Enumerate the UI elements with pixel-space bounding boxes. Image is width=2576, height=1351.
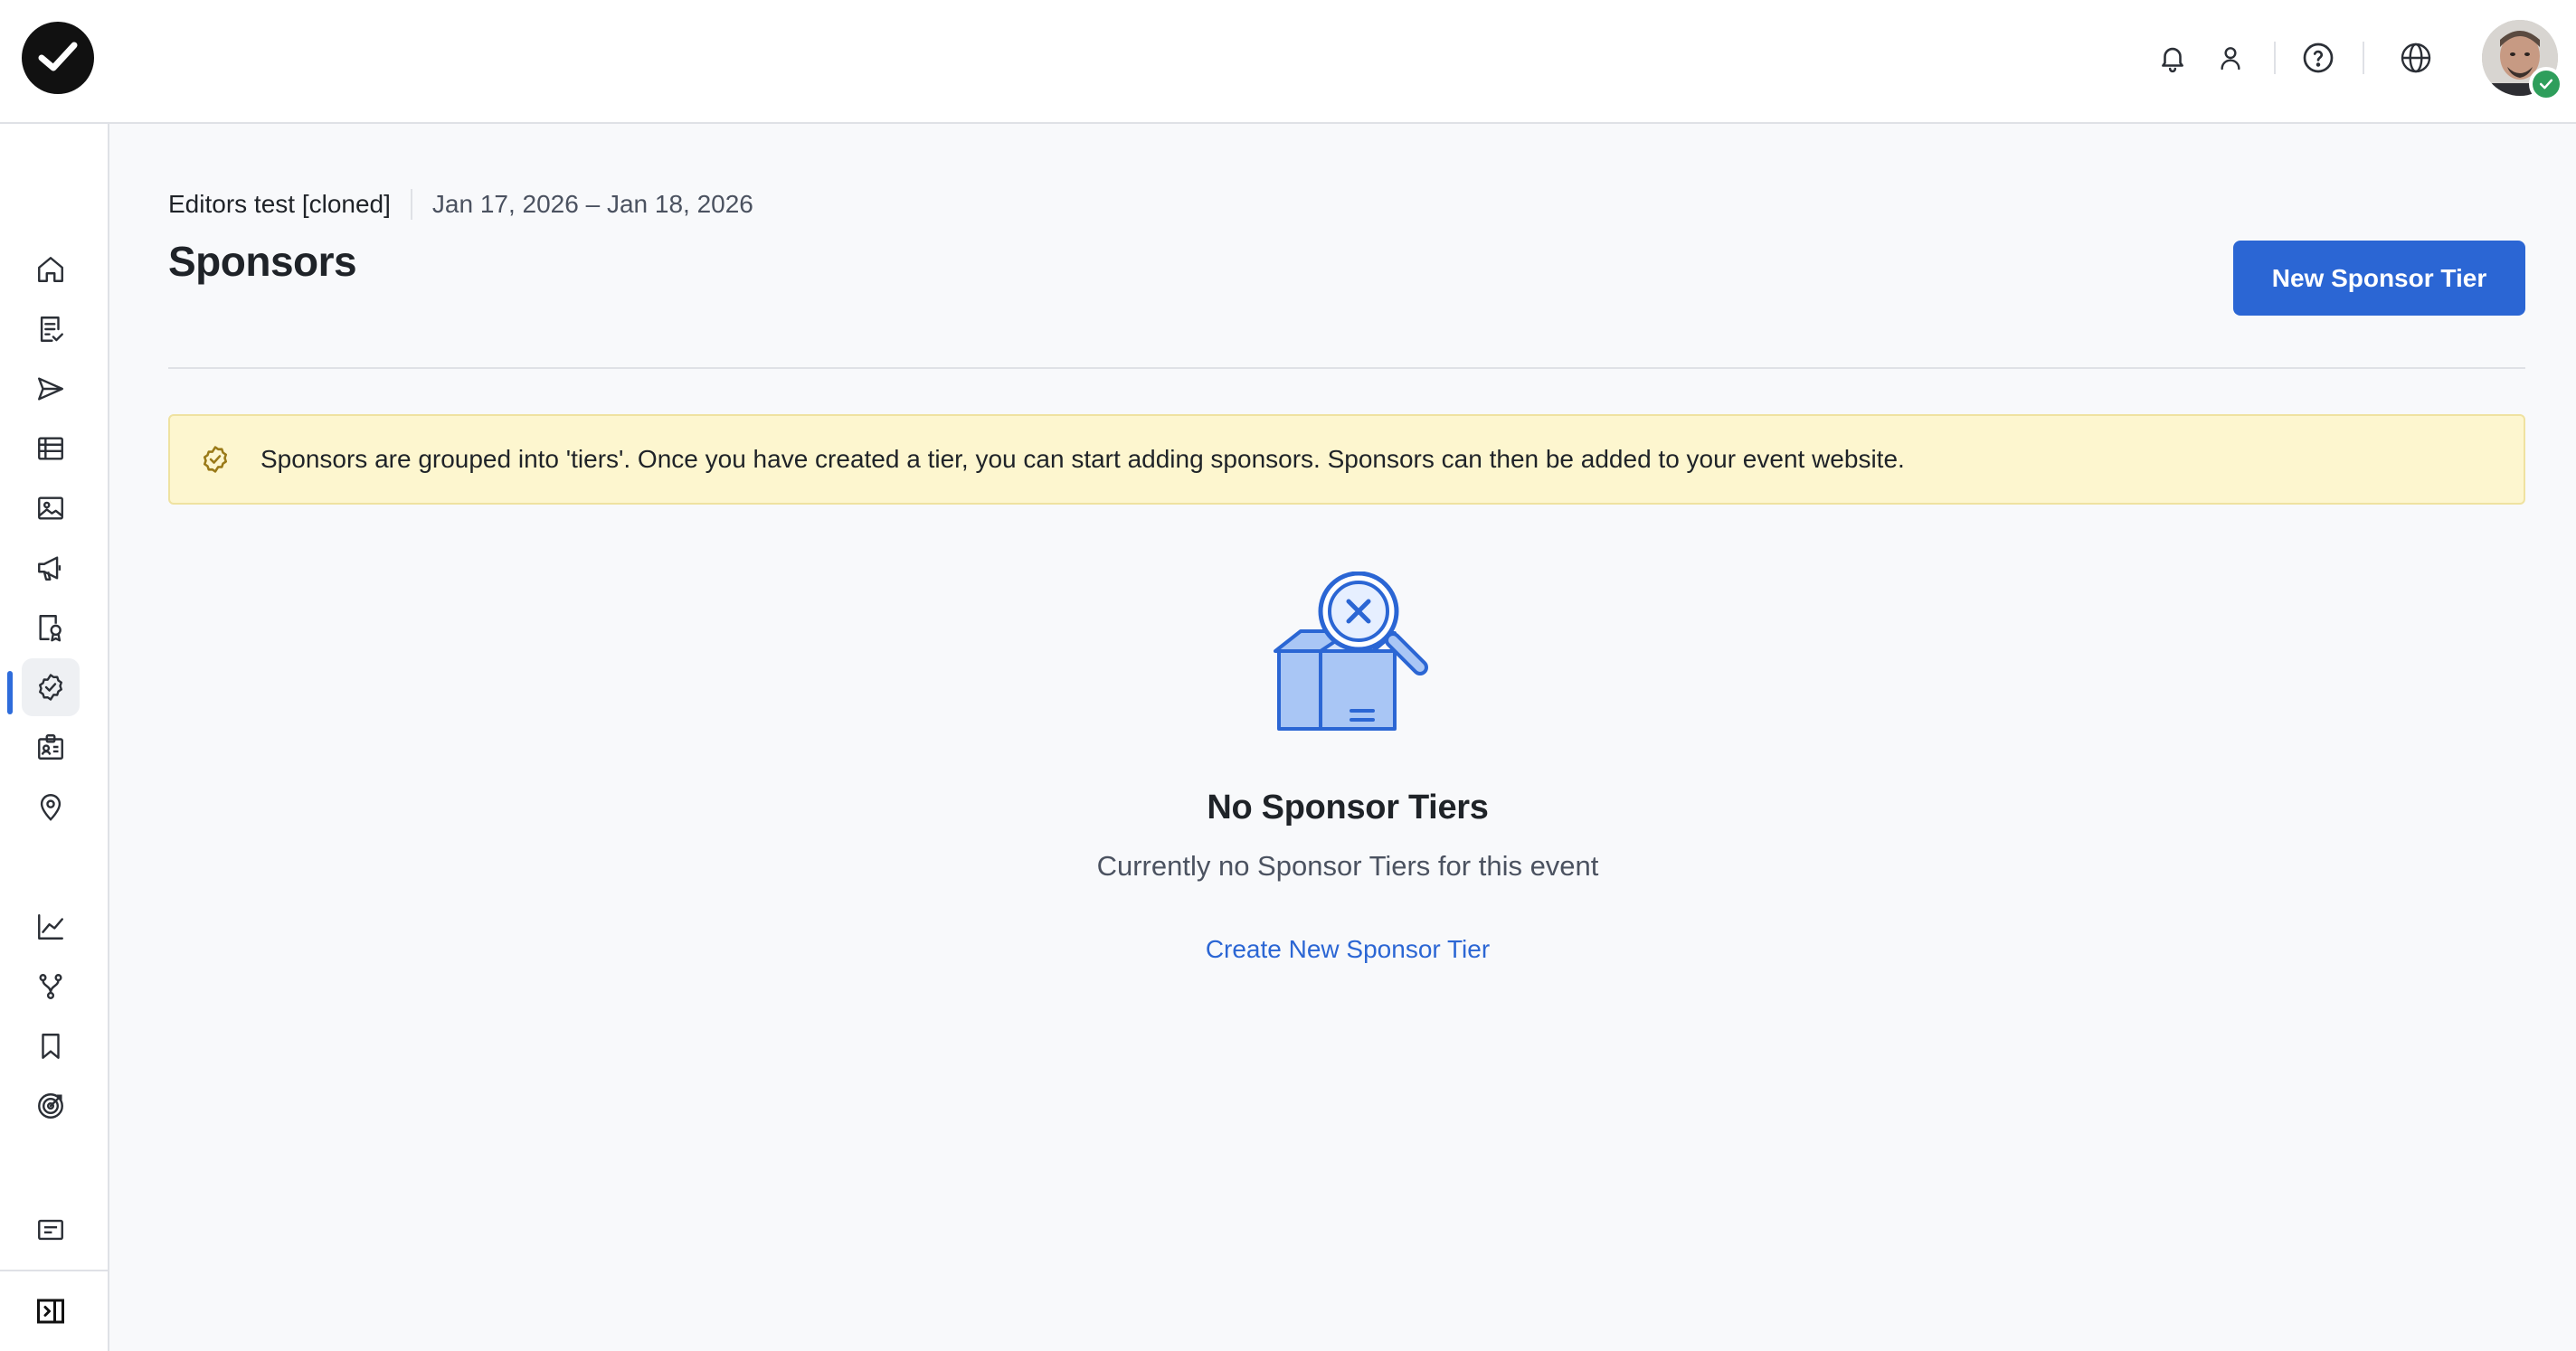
message-icon — [38, 1219, 63, 1241]
list-panel-icon — [38, 437, 63, 460]
header-separator — [2274, 42, 2276, 74]
breadcrumb: Editors test [cloned] Jan 17, 2026 – Jan… — [168, 188, 753, 221]
alert-text: Sponsors are grouped into 'tiers'. Once … — [260, 445, 1905, 473]
verified-badge-icon — [2529, 67, 2563, 101]
sidebar-item-list[interactable] — [22, 420, 80, 477]
sidebar-item-venues[interactable] — [22, 778, 80, 836]
sidebar-item-messages[interactable] — [22, 1201, 80, 1259]
help-circle-icon[interactable] — [2300, 40, 2336, 76]
sidebar-item-goals[interactable] — [22, 1077, 80, 1135]
new-sponsor-tier-button[interactable]: New Sponsor Tier — [2233, 241, 2525, 316]
checklist-icon — [40, 316, 63, 342]
user-icon[interactable] — [2212, 40, 2249, 76]
sidebar-item-send[interactable] — [22, 360, 80, 418]
sponsor-badge-icon — [199, 443, 232, 476]
create-new-sponsor-tier-link[interactable]: Create New Sponsor Tier — [1107, 935, 1588, 964]
sidebar-item-awards[interactable] — [22, 599, 80, 657]
sidebar-item-workflows[interactable] — [22, 958, 80, 1016]
branch-icon — [39, 974, 62, 999]
bell-icon[interactable] — [2155, 40, 2191, 76]
megaphone-icon — [38, 556, 62, 581]
header-separator — [2363, 42, 2364, 74]
image-icon — [38, 496, 63, 520]
home-icon — [38, 257, 63, 282]
breadcrumb-separator — [410, 189, 412, 220]
chart-line-icon — [38, 914, 63, 940]
sidebar-item-bookmarks[interactable] — [22, 1017, 80, 1075]
sidebar-toggle-icon — [37, 1299, 64, 1324]
globe-icon[interactable] — [2398, 40, 2434, 76]
page-title: Sponsors — [168, 238, 357, 285]
target-icon — [38, 1093, 63, 1119]
event-dates: Jan 17, 2026 – Jan 18, 2026 — [431, 190, 753, 218]
award-document-icon — [39, 615, 62, 642]
sidebar-divider — [0, 1270, 109, 1271]
sponsor-badge-icon — [39, 674, 62, 701]
sidebar-toggle-button[interactable] — [22, 1282, 80, 1340]
bookmark-icon — [42, 1034, 60, 1059]
send-icon — [38, 377, 63, 401]
sidebar-item-analytics[interactable] — [22, 898, 80, 956]
sidebar — [0, 124, 109, 1351]
map-pin-icon — [40, 794, 62, 821]
empty-state-subtitle: Currently no Sponsor Tiers for this even… — [1096, 850, 1599, 882]
sidebar-item-media[interactable] — [22, 479, 80, 537]
top-bar — [0, 0, 2576, 124]
content-divider — [168, 367, 2525, 369]
active-nav-indicator — [7, 671, 13, 714]
check-logo-icon[interactable] — [22, 22, 94, 94]
event-name[interactable]: Editors test [cloned] — [168, 190, 391, 219]
info-alert: Sponsors are grouped into 'tiers'. Once … — [168, 414, 2525, 505]
sidebar-item-home[interactable] — [22, 241, 80, 298]
empty-state-title: No Sponsor Tiers — [1207, 789, 1489, 827]
empty-box-search-icon — [1257, 571, 1438, 738]
sidebar-item-badges[interactable] — [22, 718, 80, 776]
id-card-icon — [38, 734, 63, 760]
sidebar-item-checklist[interactable] — [22, 300, 80, 358]
sidebar-item-marketing[interactable] — [22, 539, 80, 597]
sidebar-item-sponsors[interactable] — [22, 658, 80, 716]
